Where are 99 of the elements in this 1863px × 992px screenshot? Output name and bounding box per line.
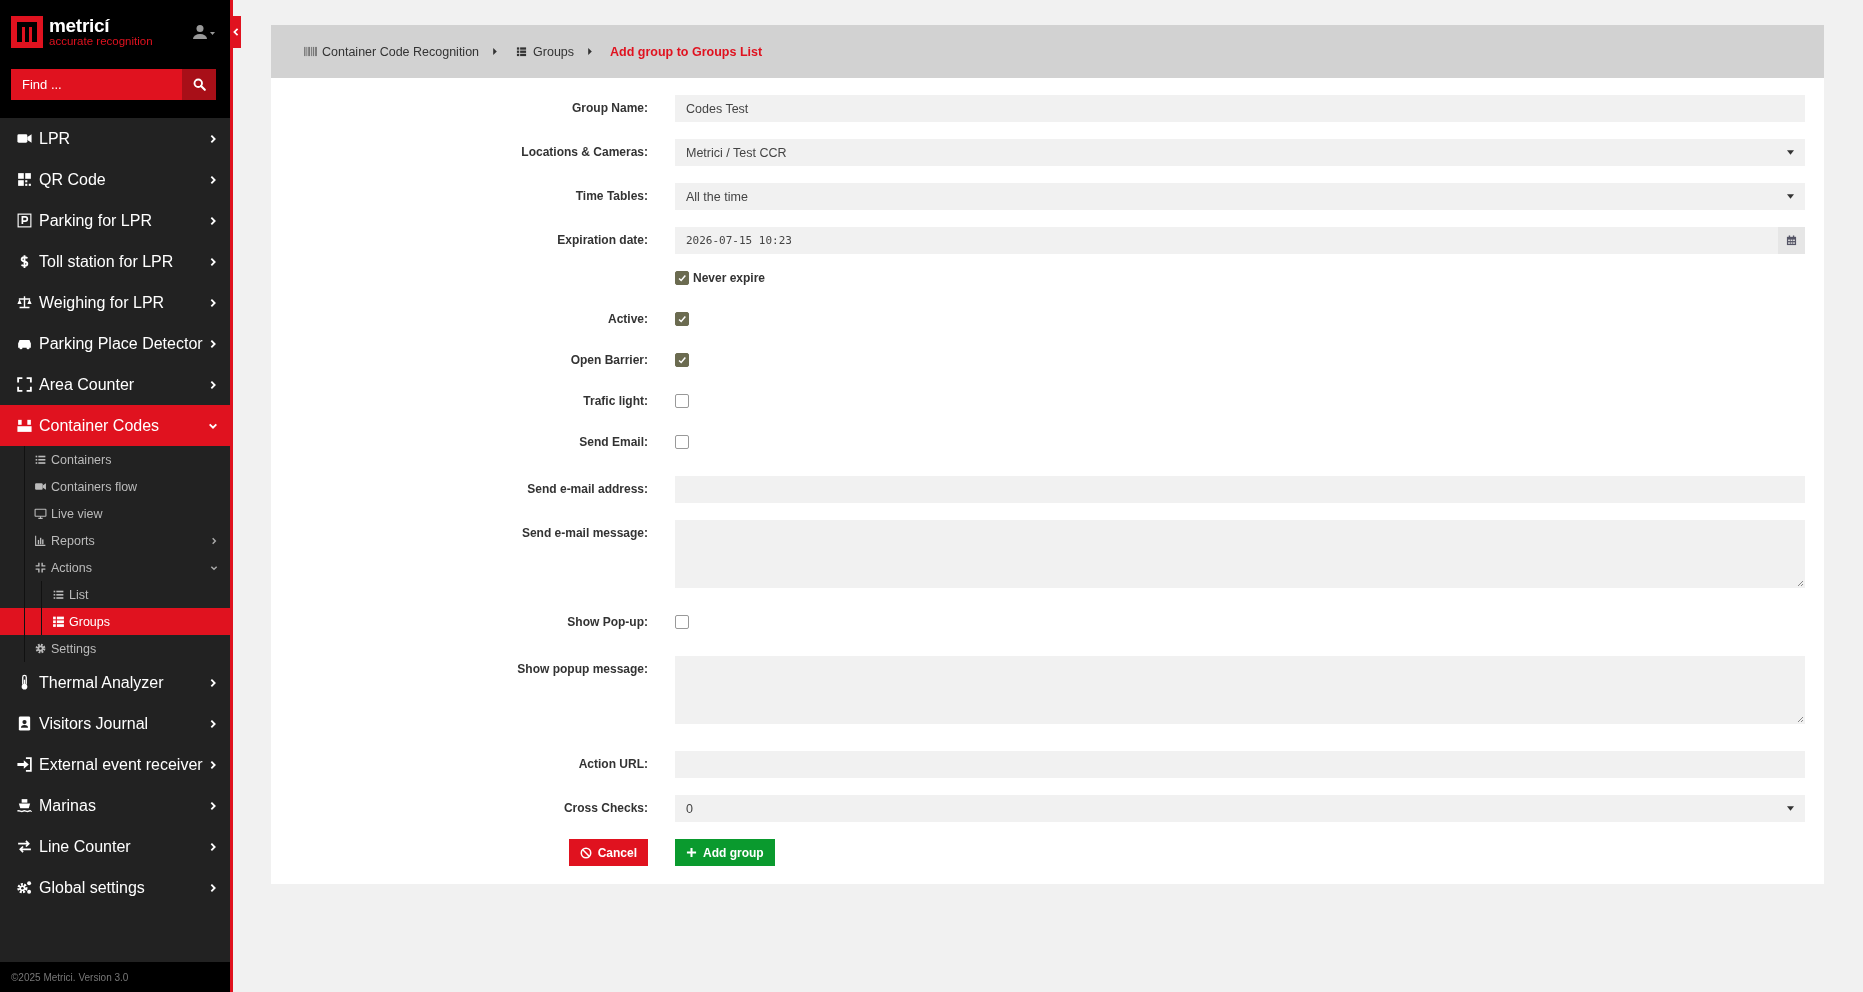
- field-label: Send Email:: [579, 435, 648, 449]
- parking-icon: [16, 212, 33, 229]
- field-label: Trafic light:: [583, 394, 648, 408]
- field-label: Group Name:: [572, 100, 648, 117]
- containers-icon: [16, 417, 33, 434]
- expand-icon: [16, 376, 33, 393]
- compress-icon: [34, 561, 47, 574]
- menu-item[interactable]: Containers: [0, 446, 230, 473]
- select-field[interactable]: 0: [675, 795, 1805, 822]
- menu-item[interactable]: Marinas: [0, 785, 230, 826]
- checkbox[interactable]: [675, 394, 689, 408]
- sign-in-icon: [16, 756, 33, 773]
- ban-icon: [579, 846, 592, 859]
- resize-grip-icon: [1796, 579, 1804, 587]
- monitor-icon: [34, 507, 47, 520]
- calendar-icon: [1786, 235, 1797, 246]
- menu-item[interactable]: QR Code: [0, 159, 230, 200]
- field-label: Cross Checks:: [563, 800, 648, 817]
- search-button[interactable]: [182, 69, 216, 100]
- list-icon: [34, 453, 47, 466]
- menu-item[interactable]: Visitors Journal: [0, 703, 230, 744]
- checkbox[interactable]: [675, 435, 689, 449]
- menu-item[interactable]: Reports: [0, 527, 230, 554]
- table-icon: [515, 46, 529, 57]
- list-icon: [52, 588, 65, 601]
- breadcrumb-link[interactable]: Groups: [533, 44, 575, 59]
- caret-down-icon: [1787, 194, 1794, 199]
- check-icon: [677, 314, 687, 324]
- caret-down-icon: [1787, 806, 1794, 811]
- menu-item[interactable]: Line Counter: [0, 826, 230, 867]
- text-field[interactable]: Codes Test: [675, 95, 1805, 122]
- caret-right-icon: [587, 47, 594, 56]
- menu-item[interactable]: Live view: [0, 500, 230, 527]
- user-icon: [192, 24, 216, 40]
- user-menu-button[interactable]: [192, 24, 216, 40]
- date-field[interactable]: 2026-07-15 10:23: [675, 227, 1805, 254]
- caret-right-icon: [492, 47, 499, 56]
- logo-tagline: accurate recognition: [49, 36, 153, 48]
- gear-icon: [34, 642, 47, 655]
- search-icon: [191, 77, 207, 92]
- menu-item[interactable]: Toll station for LPR: [0, 241, 230, 282]
- sidebar-collapse-button[interactable]: [230, 16, 241, 48]
- field-label: Show Pop-up:: [567, 615, 648, 629]
- checkbox[interactable]: [675, 353, 689, 367]
- field-label: Open Barrier:: [570, 353, 648, 367]
- barcode-icon: [304, 46, 317, 57]
- menu-item[interactable]: Containers flow: [0, 473, 230, 500]
- field-label: Action URL:: [578, 756, 648, 773]
- logo-icon: [11, 16, 43, 48]
- menu-item[interactable]: Parking Place Detector: [0, 323, 230, 364]
- field-label: Send e-mail message:: [521, 525, 648, 542]
- menu-item[interactable]: Groups: [0, 608, 230, 635]
- checkbox[interactable]: [675, 312, 689, 326]
- resize-grip-icon: [1796, 715, 1804, 723]
- menu-item[interactable]: External event receiver: [0, 744, 230, 785]
- field-label: Locations & Cameras:: [521, 144, 648, 161]
- ship-icon: [16, 797, 33, 814]
- footer-text: ©2025 Metrici. Version 3.0: [11, 971, 129, 983]
- field-label: Time Tables:: [575, 188, 648, 205]
- plus-icon: [686, 847, 697, 858]
- swap-arrows-icon: [16, 838, 33, 855]
- bar-chart-icon: [34, 534, 47, 547]
- cancel-button[interactable]: Cancel: [568, 839, 648, 866]
- menu-item[interactable]: LPR: [0, 118, 230, 159]
- qr-code-icon: [16, 171, 33, 188]
- menu-item[interactable]: Thermal Analyzer: [0, 662, 230, 703]
- checkbox[interactable]: [675, 271, 689, 285]
- gears-icon: [16, 879, 33, 896]
- menu-item[interactable]: Parking for LPR: [0, 200, 230, 241]
- scales-icon: [16, 294, 33, 311]
- search-field[interactable]: Find ...: [11, 69, 182, 100]
- field-label: Show popup message:: [517, 661, 648, 678]
- menu-item[interactable]: Settings: [0, 635, 230, 662]
- select-field[interactable]: Metrici / Test CCR: [675, 139, 1805, 166]
- menu-item[interactable]: List: [0, 581, 230, 608]
- caret-down-icon: [1787, 150, 1794, 155]
- menu-item[interactable]: Weighing for LPR: [0, 282, 230, 323]
- menu-item[interactable]: Global settings: [0, 867, 230, 908]
- field-label: Send e-mail address:: [527, 481, 648, 498]
- add-group-button[interactable]: Add group: [675, 839, 775, 866]
- check-icon: [677, 355, 687, 365]
- field-label: Active:: [608, 312, 648, 326]
- logo-name: metricí: [49, 16, 111, 36]
- textarea-field[interactable]: [675, 656, 1805, 724]
- field-label: Expiration date:: [557, 232, 648, 249]
- table-icon: [52, 615, 65, 628]
- video-camera-icon: [34, 480, 47, 493]
- id-badge-icon: [16, 715, 33, 732]
- calendar-button[interactable]: [1778, 227, 1805, 254]
- menu-item[interactable]: Area Counter: [0, 364, 230, 405]
- checkbox[interactable]: [675, 615, 689, 629]
- textarea-field[interactable]: [675, 520, 1805, 588]
- select-field[interactable]: All the time: [675, 183, 1805, 210]
- checkbox-label: Never expire: [693, 271, 766, 285]
- menu-item[interactable]: Actions: [0, 554, 230, 581]
- breadcrumb-link[interactable]: Container Code Recognition: [322, 44, 480, 59]
- chevron-left-icon: [231, 27, 240, 37]
- menu-item[interactable]: Container Codes: [0, 405, 230, 446]
- check-icon: [677, 273, 687, 283]
